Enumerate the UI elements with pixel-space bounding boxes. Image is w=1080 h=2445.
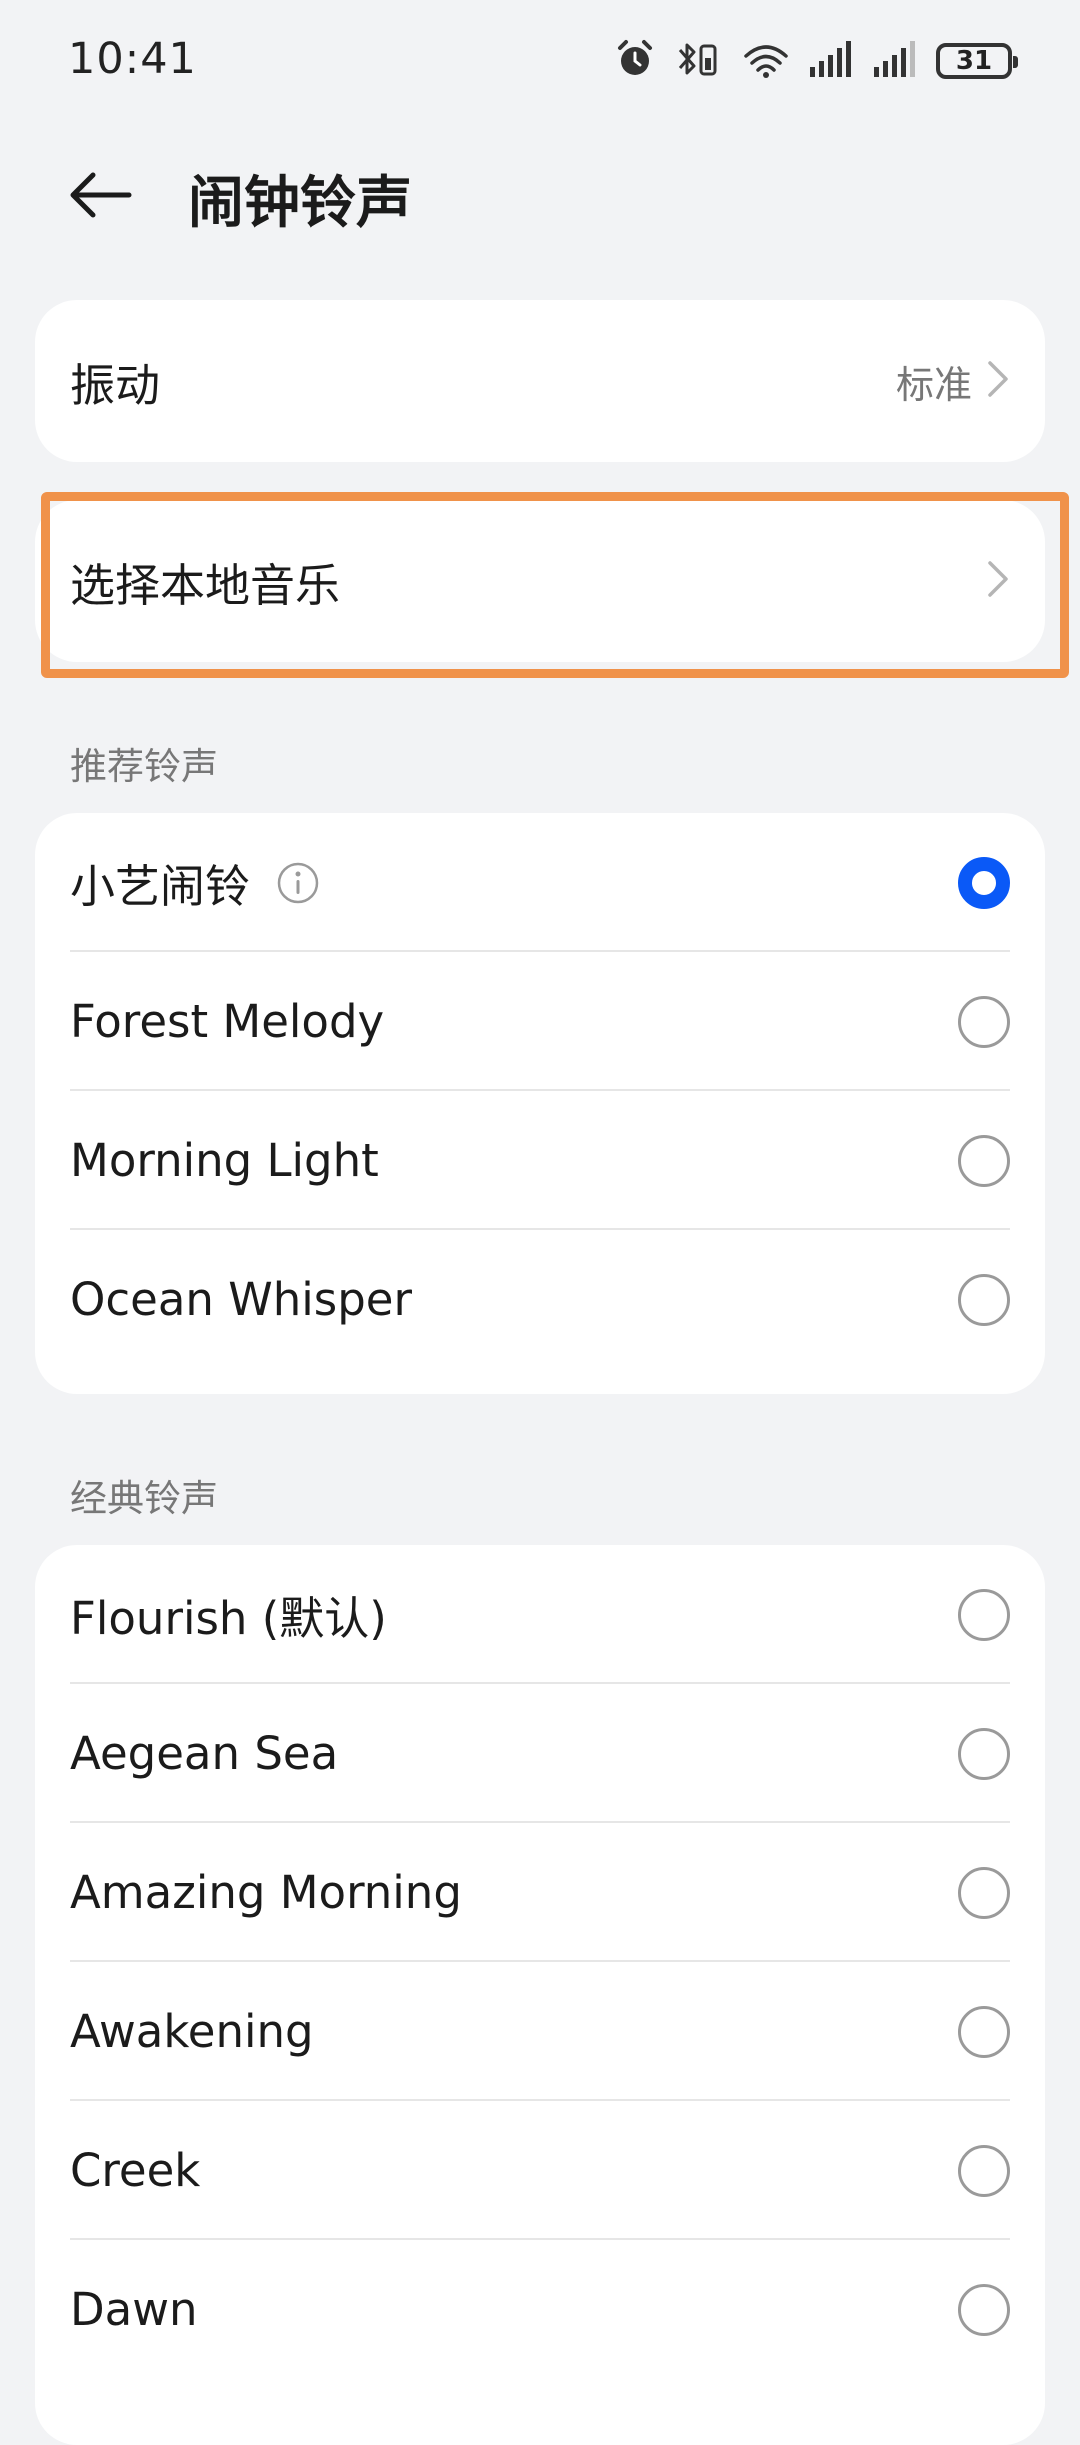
radio-button[interactable] xyxy=(958,1866,1010,1919)
ringtone-label: Aegean Sea xyxy=(70,1727,339,1780)
ringtone-label: Dawn xyxy=(70,2283,198,2336)
status-bar: 10:41 31 xyxy=(0,0,1080,125)
radio-button[interactable] xyxy=(958,2144,1010,2197)
radio-button[interactable] xyxy=(958,1727,1010,1780)
battery-icon: 31 xyxy=(936,43,1018,79)
local-music-card: 选择本地音乐 xyxy=(35,500,1045,662)
ringtone-row[interactable]: Amazing Morning xyxy=(35,1823,1045,1962)
signal-icon xyxy=(808,39,854,83)
radio-button[interactable] xyxy=(958,1588,1010,1641)
local-music-right xyxy=(986,500,1010,662)
ringtone-row[interactable]: 小艺闹铃 xyxy=(35,813,1045,952)
chevron-right-icon xyxy=(986,559,1010,603)
vibration-row[interactable]: 振动 标准 xyxy=(35,300,1045,462)
radio-wrap xyxy=(958,1545,1010,1684)
ringtone-label: Creek xyxy=(70,2144,201,2197)
radio-wrap xyxy=(958,1962,1010,2101)
ringtone-row[interactable]: Dawn xyxy=(35,2240,1045,2379)
wifi-icon xyxy=(742,38,790,84)
bluetooth-battery-icon xyxy=(674,38,724,84)
radio-button[interactable] xyxy=(958,995,1010,1048)
ringtone-label: Amazing Morning xyxy=(70,1866,462,1919)
radio-wrap xyxy=(958,2101,1010,2240)
local-music-label: 选择本地音乐 xyxy=(70,558,341,612)
ringtone-row[interactable]: Aegean Sea xyxy=(35,1684,1045,1823)
radio-button-selected[interactable] xyxy=(958,856,1010,909)
ringtone-row[interactable]: Awakening xyxy=(35,1962,1045,2101)
ringtone-row[interactable]: Ocean Whisper xyxy=(35,1230,1045,1369)
classic-card: Flourish (默认) Aegean Sea Amazing Morning… xyxy=(35,1545,1045,2445)
radio-wrap xyxy=(958,1823,1010,1962)
ringtone-label: Morning Light xyxy=(70,1134,379,1187)
status-time: 10:41 xyxy=(68,34,197,84)
radio-button[interactable] xyxy=(958,1134,1010,1187)
vibration-label: 振动 xyxy=(70,358,161,412)
radio-button[interactable] xyxy=(958,1273,1010,1326)
radio-button[interactable] xyxy=(958,2283,1010,2336)
ringtone-label: 小艺闹铃 xyxy=(70,860,251,913)
recommended-section-title: 推荐铃声 xyxy=(70,745,218,788)
info-icon[interactable] xyxy=(276,861,320,905)
radio-wrap xyxy=(958,1230,1010,1369)
signal-icon xyxy=(872,39,918,83)
alarm-icon xyxy=(614,38,656,84)
radio-wrap xyxy=(958,1091,1010,1230)
chevron-right-icon xyxy=(986,359,1010,403)
ringtone-label: Awakening xyxy=(70,2005,314,2058)
back-button[interactable] xyxy=(60,162,140,232)
radio-wrap xyxy=(958,813,1010,952)
ringtone-row[interactable]: Creek xyxy=(35,2101,1045,2240)
classic-section-title: 经典铃声 xyxy=(70,1477,218,1520)
header: 闹钟铃声 xyxy=(0,140,1080,250)
ringtone-label: Flourish (默认) xyxy=(70,1592,387,1645)
vibration-card: 振动 标准 xyxy=(35,300,1045,462)
page-title: 闹钟铃声 xyxy=(188,171,412,236)
radio-wrap xyxy=(958,1684,1010,1823)
ringtone-row[interactable]: Flourish (默认) xyxy=(35,1545,1045,1684)
status-icons: 31 xyxy=(614,36,1018,86)
radio-wrap xyxy=(958,2240,1010,2379)
ringtone-label: Forest Melody xyxy=(70,995,385,1048)
ringtone-label: Ocean Whisper xyxy=(70,1273,412,1326)
ringtone-row[interactable]: Forest Melody xyxy=(35,952,1045,1091)
radio-button[interactable] xyxy=(958,2005,1010,2058)
radio-wrap xyxy=(958,952,1010,1091)
back-arrow-icon xyxy=(67,170,133,224)
vibration-value: 标准 xyxy=(895,362,972,407)
recommended-card: 小艺闹铃 Forest Melody Morning Light Ocean W… xyxy=(35,813,1045,1394)
ringtone-row[interactable]: Morning Light xyxy=(35,1091,1045,1230)
vibration-right: 标准 xyxy=(896,300,1010,462)
local-music-row[interactable]: 选择本地音乐 xyxy=(35,500,1045,662)
